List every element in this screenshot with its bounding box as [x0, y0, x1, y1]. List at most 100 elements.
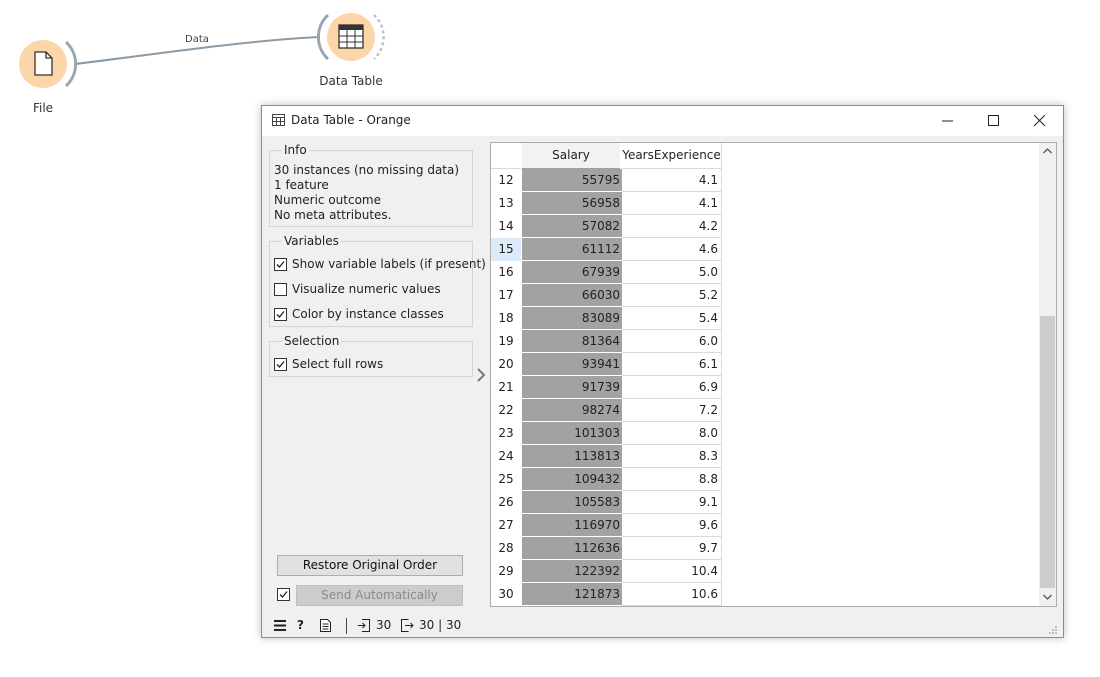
row-number[interactable]: 23 [491, 422, 521, 445]
salary-cell[interactable]: 67939 [522, 261, 622, 284]
years-experience-cell[interactable]: 5.2 [622, 284, 722, 307]
collapse-panel-icon[interactable] [475, 367, 487, 383]
row-number[interactable]: 16 [491, 261, 521, 284]
data-table[interactable]: Salary YearsExperience 12 55795 4.1 13 56958… [490, 142, 1057, 607]
table-row[interactable]: 13 56958 4.1 [491, 192, 723, 215]
salary-cell[interactable]: 113813 [522, 445, 622, 468]
table-row[interactable]: 18 83089 5.4 [491, 307, 723, 330]
years-experience-cell[interactable]: 4.1 [622, 192, 722, 215]
vertical-scrollbar[interactable] [1039, 143, 1056, 606]
help-icon[interactable]: ? [297, 618, 304, 632]
minimize-button[interactable] [925, 106, 971, 136]
checkbox-box[interactable] [274, 358, 287, 371]
row-number[interactable]: 13 [491, 192, 521, 215]
years-experience-cell[interactable]: 7.2 [622, 399, 722, 422]
salary-cell[interactable]: 121873 [522, 583, 622, 606]
salary-cell[interactable]: 81364 [522, 330, 622, 353]
salary-cell[interactable]: 56958 [522, 192, 622, 215]
salary-cell[interactable]: 101303 [522, 422, 622, 445]
checkbox-box[interactable] [274, 283, 287, 296]
salary-cell[interactable]: 83089 [522, 307, 622, 330]
table-row[interactable]: 29 122392 10.4 [491, 560, 723, 583]
table-row[interactable]: 28 112636 9.7 [491, 537, 723, 560]
scroll-up-icon[interactable] [1043, 148, 1052, 154]
send-automatically-checkbox[interactable] [277, 588, 290, 601]
years-experience-cell[interactable]: 4.6 [622, 238, 722, 261]
table-row[interactable]: 30 121873 10.6 [491, 583, 723, 606]
menu-icon[interactable] [274, 620, 287, 631]
years-experience-cell[interactable]: 10.4 [622, 560, 722, 583]
row-number[interactable]: 21 [491, 376, 521, 399]
table-row[interactable]: 19 81364 6.0 [491, 330, 723, 353]
row-number[interactable]: 24 [491, 445, 521, 468]
years-experience-cell[interactable]: 4.2 [622, 215, 722, 238]
row-number[interactable]: 12 [491, 169, 521, 192]
row-number[interactable]: 17 [491, 284, 521, 307]
table-row[interactable]: 20 93941 6.1 [491, 353, 723, 376]
years-experience-cell[interactable]: 8.0 [622, 422, 722, 445]
table-row[interactable]: 23 101303 8.0 [491, 422, 723, 445]
row-number[interactable]: 14 [491, 215, 521, 238]
column-header-years-experience[interactable]: YearsExperience [622, 143, 722, 169]
table-row[interactable]: 14 57082 4.2 [491, 215, 723, 238]
title-bar[interactable]: Data Table - Orange [262, 106, 1063, 136]
salary-cell[interactable]: 57082 [522, 215, 622, 238]
table-row[interactable]: 16 67939 5.0 [491, 261, 723, 284]
row-number[interactable]: 26 [491, 491, 521, 514]
row-number[interactable]: 19 [491, 330, 521, 353]
salary-cell[interactable]: 98274 [522, 399, 622, 422]
salary-cell[interactable]: 109432 [522, 468, 622, 491]
row-number[interactable]: 30 [491, 583, 521, 606]
row-number[interactable]: 20 [491, 353, 521, 376]
report-icon[interactable] [320, 619, 331, 632]
salary-cell[interactable]: 91739 [522, 376, 622, 399]
restore-original-order-button[interactable]: Restore Original Order [277, 555, 463, 576]
resize-grip-icon[interactable] [1048, 625, 1058, 635]
years-experience-cell[interactable]: 5.0 [622, 261, 722, 284]
years-experience-cell[interactable]: 6.9 [622, 376, 722, 399]
years-experience-cell[interactable]: 6.1 [622, 353, 722, 376]
row-number[interactable]: 27 [491, 514, 521, 537]
table-row[interactable]: 24 113813 8.3 [491, 445, 723, 468]
row-number[interactable]: 25 [491, 468, 521, 491]
table-row[interactable]: 26 105583 9.1 [491, 491, 723, 514]
row-number[interactable]: 29 [491, 560, 521, 583]
table-row[interactable]: 15 61112 4.6 [491, 238, 723, 261]
table-row[interactable]: 21 91739 6.9 [491, 376, 723, 399]
table-row[interactable]: 12 55795 4.1 [491, 169, 723, 192]
salary-cell[interactable]: 61112 [522, 238, 622, 261]
scrollbar-thumb[interactable] [1040, 316, 1055, 588]
years-experience-cell[interactable]: 9.1 [622, 491, 722, 514]
row-number[interactable]: 18 [491, 307, 521, 330]
checkbox-box[interactable] [274, 308, 287, 321]
salary-cell[interactable]: 105583 [522, 491, 622, 514]
years-experience-cell[interactable]: 10.6 [622, 583, 722, 606]
table-row[interactable]: 22 98274 7.2 [491, 399, 723, 422]
years-experience-cell[interactable]: 5.4 [622, 307, 722, 330]
years-experience-cell[interactable]: 6.0 [622, 330, 722, 353]
data-table-node[interactable] [316, 13, 385, 61]
close-button[interactable] [1017, 106, 1063, 136]
file-node[interactable] [19, 40, 78, 88]
table-row[interactable]: 25 109432 8.8 [491, 468, 723, 491]
salary-cell[interactable]: 93941 [522, 353, 622, 376]
salary-cell[interactable]: 66030 [522, 284, 622, 307]
years-experience-cell[interactable]: 9.7 [622, 537, 722, 560]
send-automatically-button[interactable]: Send Automatically [296, 585, 463, 606]
salary-cell[interactable]: 112636 [522, 537, 622, 560]
table-row[interactable]: 27 116970 9.6 [491, 514, 723, 537]
corner-header[interactable] [491, 143, 521, 169]
years-experience-cell[interactable]: 8.3 [622, 445, 722, 468]
years-experience-cell[interactable]: 4.1 [622, 169, 722, 192]
column-header-salary[interactable]: Salary [522, 143, 620, 170]
years-experience-cell[interactable]: 9.6 [622, 514, 722, 537]
checkbox-box[interactable] [274, 258, 287, 271]
salary-cell[interactable]: 122392 [522, 560, 622, 583]
salary-cell[interactable]: 55795 [522, 169, 622, 192]
salary-cell[interactable]: 116970 [522, 514, 622, 537]
years-experience-cell[interactable]: 8.8 [622, 468, 722, 491]
maximize-button[interactable] [971, 106, 1017, 136]
row-number[interactable]: 28 [491, 537, 521, 560]
row-number[interactable]: 22 [491, 399, 521, 422]
scroll-down-icon[interactable] [1043, 594, 1052, 600]
